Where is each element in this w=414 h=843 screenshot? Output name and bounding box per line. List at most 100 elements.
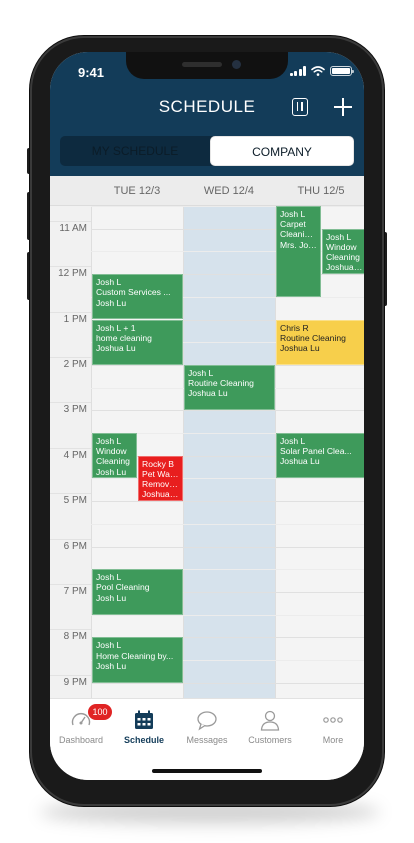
appointment-card[interactable]: Josh L Solar Panel Clea... Joshua Lu [276, 433, 364, 479]
appointment-detail: Home Cleaning by... [96, 650, 174, 661]
appointment-customer: Josh L + 1 [96, 322, 136, 333]
front-camera [232, 60, 241, 69]
cellular-signal-icon [289, 66, 306, 76]
wifi-icon [311, 66, 325, 76]
page-title: SCHEDULE [158, 97, 256, 116]
chat-bubble-icon [196, 709, 218, 731]
appointment-card[interactable]: Josh L + 1 home cleaning Joshua Lu [92, 319, 183, 365]
appointment-customer: Josh L [280, 436, 306, 446]
appointment-card[interactable]: Josh L Home Cleaning by... Josh Lu [92, 637, 183, 683]
appointment-card[interactable]: Chris R Routine Cleaning Joshua Lu [276, 319, 364, 365]
appointment-card[interactable]: Josh L Custom Services ... Josh Lu [92, 274, 183, 320]
calendar-icon [133, 709, 155, 731]
hour-tick [50, 356, 91, 358]
more-dots-icon [322, 709, 344, 731]
add-job-button[interactable] [334, 98, 352, 116]
appointment-detail: Carpet [280, 219, 306, 230]
tab-schedule[interactable]: Schedule [113, 699, 175, 749]
hour-tick [50, 538, 91, 540]
hour-label: 1 PM [63, 313, 87, 325]
hour-label: 8 PM [63, 631, 87, 643]
day-header-row: TUE 12/3 WED 12/4 THU 12/5 [50, 176, 364, 206]
day-header-thu[interactable]: THU 12/5 [275, 176, 364, 206]
appointment-card[interactable]: Josh L Window Cleaning Josh Lu [92, 433, 137, 479]
status-icons [289, 66, 354, 76]
appointment-customer: Josh L [96, 572, 122, 583]
appointment-customer: Josh L [280, 209, 306, 219]
schedule-grid[interactable]: 11 AM 12 PM 1 PM 2 PM 3 PM 4 PM 5 PM 6 PM 7 PM 8 … [50, 206, 364, 698]
half-hour-gridline [91, 614, 364, 616]
hour-label: 2 PM [63, 358, 87, 370]
hour-tick [50, 220, 91, 222]
appointment-detail: Josh Lu [96, 466, 127, 477]
tab-company[interactable]: COMPANY [210, 136, 354, 166]
appointment-detail: Pool Cleaning [96, 582, 150, 593]
appointment-detail: home cleaning [96, 332, 152, 343]
tab-my-schedule[interactable]: MY SCHEDULE [60, 136, 210, 166]
half-hour-gridline [91, 206, 364, 207]
hour-label: 11 AM [59, 222, 87, 234]
tab-dashboard[interactable]: Dashboard 100 [50, 699, 112, 749]
appointment-detail: Cleaning ... [280, 229, 317, 240]
today-column-highlight [183, 206, 275, 698]
hour-tick [50, 493, 91, 495]
appointment-customer: Chris R [280, 322, 309, 333]
hour-tick [50, 583, 91, 585]
appointment-customer: Josh L [96, 436, 122, 446]
hour-gridline [91, 410, 364, 412]
appointment-card[interactable]: Josh L Routine Cleaning Joshua Lu [184, 364, 275, 411]
person-icon [259, 709, 281, 731]
day-header-tue[interactable]: TUE 12/3 [91, 176, 183, 206]
appointment-detail: Joshua Lu [142, 489, 179, 500]
appointment-card[interactable]: Josh LCarpetCleaning ...Mrs. Jones [276, 206, 321, 297]
appointment-detail: Custom Services ... [96, 287, 171, 298]
appointment-detail: Cleaning [326, 252, 360, 263]
appointment-detail: Mrs. Jones [280, 239, 317, 250]
hour-label: 3 PM [63, 404, 87, 416]
hour-tick [50, 674, 91, 676]
device-notch [126, 52, 288, 79]
appointment-detail: Remova... [142, 479, 179, 490]
appointment-detail: Joshua Lu [188, 388, 228, 399]
appointment-detail: Cleaning [96, 456, 130, 467]
appointment-detail: Window [96, 446, 127, 457]
schedule-segmented-control: MY SCHEDULE COMPANY [60, 136, 354, 166]
speaker-grille [182, 62, 222, 67]
appointment-detail: Josh Lu [96, 660, 127, 671]
appointment-customer: Josh L [188, 367, 214, 378]
hour-tick [50, 266, 91, 268]
appointment-detail: Josh Lu [96, 297, 127, 308]
appointment-card[interactable]: Josh L Pool Cleaning Josh Lu [92, 569, 183, 615]
appointment-customer: Josh L [326, 231, 352, 242]
phone-screen: 9:41 SCHEDULE MY SCHEDULE COMPANY TUE 12… [50, 52, 364, 780]
home-indicator [152, 769, 262, 773]
half-hour-gridline [91, 478, 364, 480]
hour-tick [50, 402, 91, 404]
tab-label: Messages [186, 735, 228, 745]
hour-gridline [91, 546, 364, 548]
hour-label: 5 PM [63, 495, 87, 507]
tab-customers[interactable]: Customers [239, 699, 301, 749]
hour-label: 9 PM [63, 676, 87, 688]
tab-messages[interactable]: Messages [176, 699, 238, 749]
day-header-wed[interactable]: WED 12/4 [183, 176, 275, 206]
appointment-detail: Joshua Lu [280, 456, 320, 467]
appointment-detail: Josh Lu [96, 592, 127, 603]
appointment-card[interactable]: Rocky B Pet Waste Remova... Joshua Lu [138, 455, 183, 502]
appointment-detail: Routine Cleaning [188, 378, 254, 389]
tab-label: Customers [248, 735, 292, 745]
appointment-detail: Joshua Lu [96, 342, 136, 353]
hour-gridline [91, 682, 364, 684]
tab-more[interactable]: More [302, 699, 364, 749]
appointment-detail: Window [326, 241, 357, 252]
appointment-customer: Rocky B [142, 458, 174, 469]
calendar-view-icon[interactable] [292, 98, 308, 116]
hour-tick [50, 311, 91, 313]
hour-gridline [91, 501, 364, 503]
bottom-tab-bar: Dashboard 100 Schedule Messages Customers Mor… [50, 698, 364, 780]
tab-label: Dashboard [58, 735, 104, 745]
appointment-card[interactable]: Josh L Window Cleaning Joshua Lu [322, 228, 364, 275]
column-divider [183, 206, 184, 698]
appointment-detail: Routine Cleaning [280, 332, 346, 343]
hour-label: 12 PM [58, 268, 87, 280]
